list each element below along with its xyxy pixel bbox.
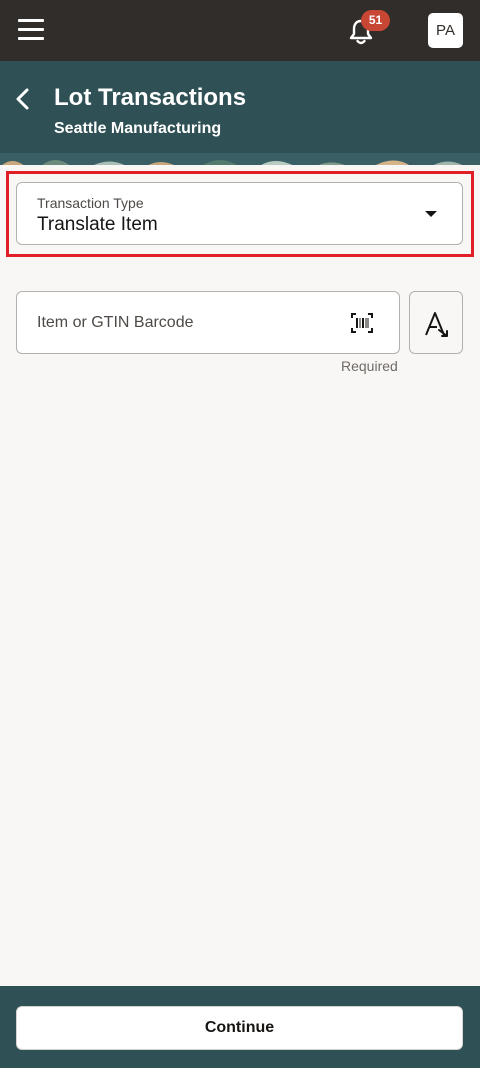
page-header: Lot Transactions Seattle Manufacturing <box>0 61 480 165</box>
menu-line <box>18 28 44 31</box>
app-bar: 51 PA <box>0 0 480 61</box>
notification-badge: 51 <box>361 10 390 31</box>
transaction-type-label: Transaction Type <box>37 195 144 211</box>
hamburger-menu-icon[interactable] <box>18 19 44 41</box>
footer-bar: Continue <box>0 986 480 1068</box>
decorative-pattern <box>0 153 480 165</box>
menu-line <box>18 37 44 40</box>
transaction-type-value: Translate Item <box>37 214 158 235</box>
page-title: Lot Transactions <box>54 84 247 111</box>
item-barcode-input[interactable] <box>16 291 400 354</box>
menu-line <box>18 19 44 22</box>
text-entry-icon <box>425 312 448 337</box>
page-subtitle: Seattle Manufacturing <box>54 120 222 137</box>
barcode-scan-icon[interactable] <box>350 312 374 334</box>
caret-down-icon <box>425 211 437 217</box>
continue-button[interactable]: Continue <box>16 1006 463 1050</box>
required-helper-text: Required <box>341 358 398 374</box>
text-entry-button[interactable] <box>409 291 463 354</box>
transaction-type-select[interactable]: Transaction Type Translate Item <box>16 182 463 245</box>
chevron-left-icon[interactable] <box>12 86 34 112</box>
user-avatar[interactable]: PA <box>428 13 463 48</box>
